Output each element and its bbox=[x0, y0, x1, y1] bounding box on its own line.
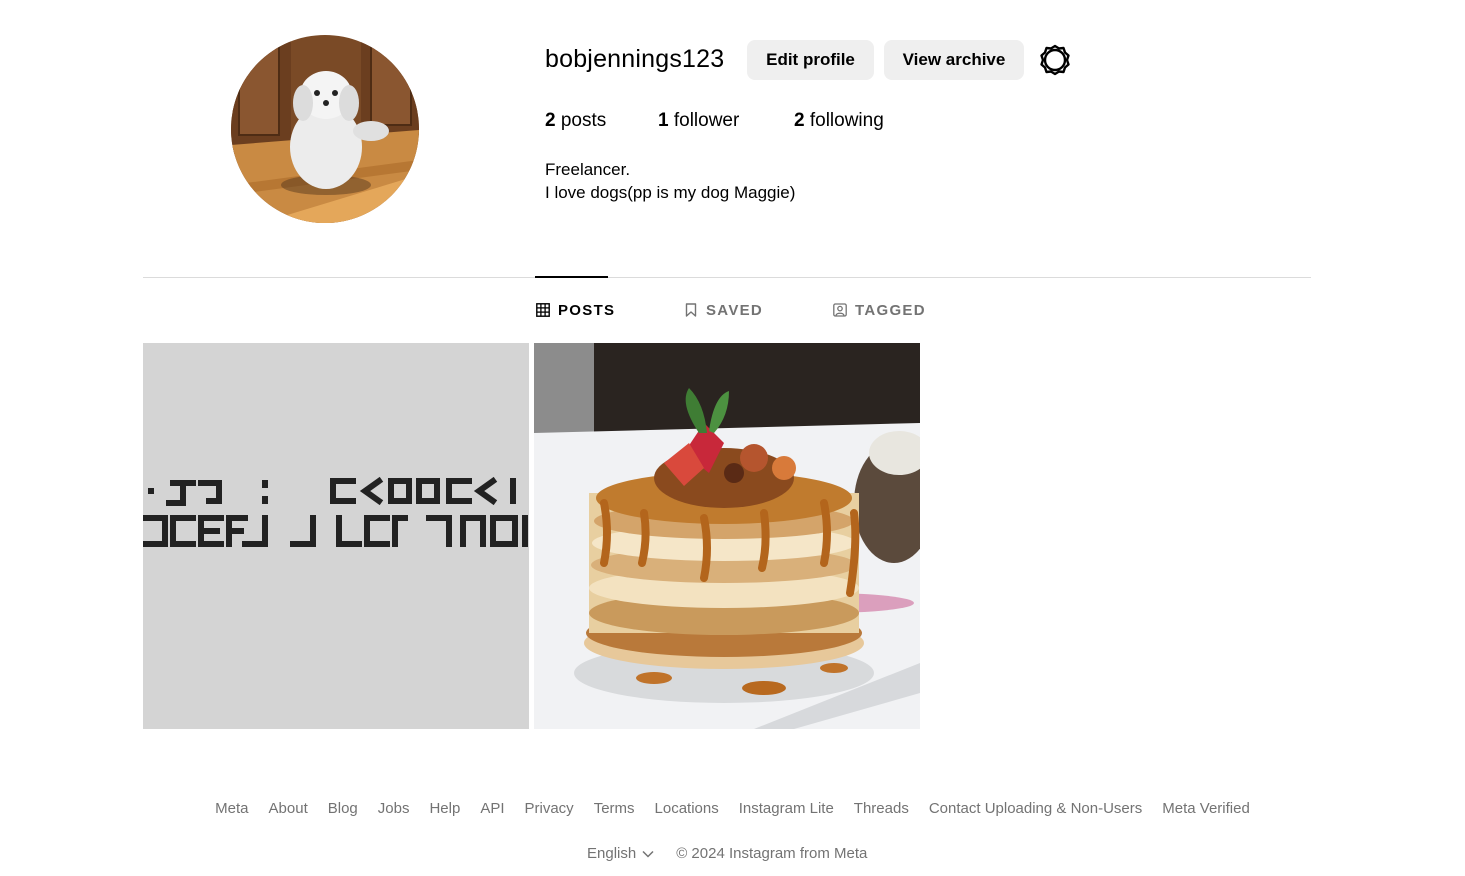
post-1-glyph-graphic bbox=[143, 476, 528, 547]
profile-bio: Freelancer. I love dogs(pp is my dog Mag… bbox=[545, 158, 795, 204]
posts-count: 2 bbox=[545, 110, 556, 131]
tabs-divider bbox=[143, 277, 1311, 278]
footer-link[interactable]: Terms bbox=[594, 800, 635, 817]
avatar-dog-photo bbox=[231, 35, 419, 223]
footer-link[interactable]: Meta Verified bbox=[1162, 800, 1250, 817]
view-archive-button[interactable]: View archive bbox=[884, 40, 1024, 80]
footer-links: Meta About Blog Jobs Help API Privacy Terms Loca… bbox=[0, 800, 1465, 817]
footer-link[interactable]: Contact Uploading & Non-Users bbox=[929, 800, 1142, 817]
language-selector[interactable]: English bbox=[587, 845, 654, 862]
following-link[interactable]: 2 following bbox=[794, 110, 884, 132]
footer-link[interactable]: Locations bbox=[655, 800, 719, 817]
posts-label: posts bbox=[555, 110, 607, 131]
tab-saved-label: SAVED bbox=[706, 301, 764, 319]
bio-line-2: I love dogs(pp is my dog Maggie) bbox=[545, 183, 796, 202]
footer-link[interactable]: Privacy bbox=[525, 800, 574, 817]
footer-link[interactable]: Instagram Lite bbox=[739, 800, 834, 817]
tab-tagged[interactable]: TAGGED bbox=[833, 300, 926, 320]
copyright-text: © 2024 Instagram from Meta bbox=[676, 845, 868, 862]
followers-label: follower bbox=[668, 110, 740, 131]
posts-count-stat: 2 posts bbox=[545, 110, 606, 132]
post-2-pancakes-photo bbox=[534, 343, 920, 729]
tab-posts[interactable]: POSTS bbox=[536, 300, 615, 320]
tab-saved[interactable]: SAVED bbox=[684, 300, 763, 320]
footer-link[interactable]: Meta bbox=[215, 800, 248, 817]
following-label: following bbox=[804, 110, 884, 131]
footer-bottom: English © 2024 Instagram from Meta bbox=[587, 845, 867, 862]
chevron-down-icon bbox=[642, 850, 654, 858]
post-thumbnail-2[interactable] bbox=[534, 343, 920, 729]
footer-link[interactable]: Jobs bbox=[378, 800, 410, 817]
followers-link[interactable]: 1 follower bbox=[658, 110, 739, 132]
footer-link[interactable]: About bbox=[269, 800, 308, 817]
followers-count: 1 bbox=[658, 110, 669, 131]
footer-link[interactable]: API bbox=[480, 800, 504, 817]
language-label: English bbox=[587, 845, 637, 862]
tagged-user-icon bbox=[833, 303, 847, 317]
footer-link[interactable]: Help bbox=[429, 800, 460, 817]
bookmark-icon bbox=[685, 303, 697, 317]
active-tab-indicator bbox=[535, 276, 608, 278]
settings-gear-icon[interactable] bbox=[1039, 44, 1071, 76]
profile-avatar[interactable] bbox=[231, 35, 419, 223]
tab-posts-label: POSTS bbox=[558, 301, 616, 319]
profile-username: bobjennings123 bbox=[545, 45, 725, 73]
bio-line-1: Freelancer. bbox=[545, 160, 631, 179]
post-thumbnail-1[interactable] bbox=[143, 343, 529, 729]
footer-link[interactable]: Threads bbox=[854, 800, 909, 817]
edit-profile-button[interactable]: Edit profile bbox=[747, 40, 874, 80]
tab-tagged-label: TAGGED bbox=[855, 301, 926, 319]
grid-icon bbox=[536, 303, 550, 317]
following-count: 2 bbox=[794, 110, 805, 131]
footer-link[interactable]: Blog bbox=[328, 800, 358, 817]
